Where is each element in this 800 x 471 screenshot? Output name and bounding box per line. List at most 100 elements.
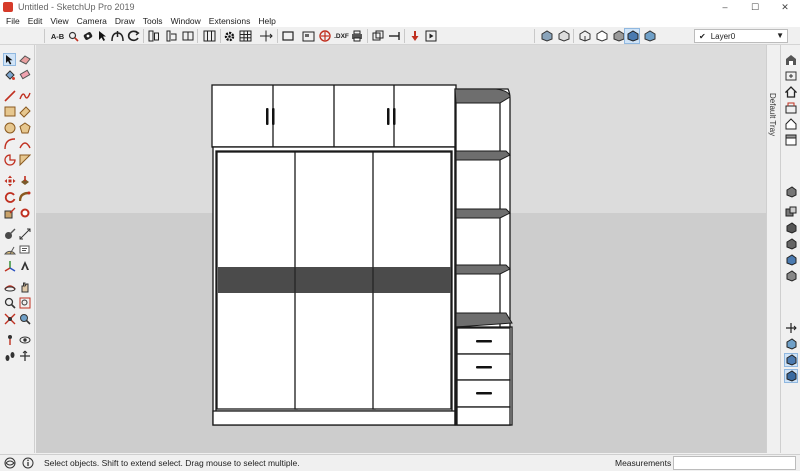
push-pull-icon[interactable]: [18, 174, 31, 187]
info-icon[interactable]: [22, 457, 34, 469]
previous-view-icon[interactable]: [18, 312, 31, 325]
menu-file[interactable]: File: [2, 16, 24, 26]
tape-measure-tool-icon[interactable]: [3, 227, 16, 240]
orbit-tool-icon[interactable]: [3, 280, 16, 293]
style-textured-active-icon[interactable]: [784, 369, 798, 383]
rotate-tool-icon[interactable]: [3, 190, 16, 203]
dxf-export-button[interactable]: .DXF: [333, 28, 350, 44]
wireframe-style-icon[interactable]: [576, 28, 592, 44]
menu-window[interactable]: Window: [167, 16, 205, 26]
share-model-icon[interactable]: [784, 69, 798, 83]
download-arrow-icon[interactable]: [408, 28, 422, 44]
maximize-button[interactable]: ☐: [740, 0, 770, 14]
back-view-icon[interactable]: [784, 221, 798, 235]
scale-tool-icon[interactable]: [3, 206, 16, 219]
menu-tools[interactable]: Tools: [139, 16, 167, 26]
select-arrow-icon[interactable]: [96, 28, 108, 44]
polygon-tool-icon[interactable]: [18, 121, 31, 134]
section-plane-tool-icon[interactable]: [18, 349, 31, 362]
eraser-icon[interactable]: [18, 53, 31, 66]
perspective-icon[interactable]: [784, 269, 798, 283]
shaded-textures-style-icon[interactable]: [624, 28, 640, 44]
freehand-icon[interactable]: [18, 89, 31, 102]
push-arrow-icon[interactable]: [387, 28, 401, 44]
home-icon[interactable]: [784, 85, 798, 99]
dimension-tool-icon[interactable]: [18, 227, 31, 240]
line-pencil-icon[interactable]: [3, 89, 16, 102]
sandbox-icon[interactable]: [784, 337, 798, 351]
xray-style-icon[interactable]: [538, 28, 554, 44]
warehouse-icon[interactable]: [784, 53, 798, 67]
upper-cabinet[interactable]: [211, 84, 457, 148]
protractor-icon[interactable]: [3, 243, 16, 256]
eraser-pink-icon[interactable]: [18, 68, 31, 81]
right-view-icon[interactable]: [784, 205, 798, 219]
walk-tool-icon[interactable]: [3, 349, 16, 362]
three-point-arc-icon[interactable]: [18, 153, 31, 166]
pie-tool-icon[interactable]: [3, 153, 16, 166]
wardrobe-model-canvas[interactable]: [36, 45, 766, 453]
export-image-icon[interactable]: [301, 28, 315, 44]
orbit-icon[interactable]: [126, 28, 141, 44]
settings-gear-icon[interactable]: [222, 28, 237, 44]
menu-camera[interactable]: Camera: [73, 16, 111, 26]
top-view-icon[interactable]: [784, 133, 798, 147]
close-button[interactable]: ✕: [770, 0, 800, 14]
3d-text-icon[interactable]: [18, 259, 31, 272]
position-camera-icon[interactable]: [3, 333, 16, 346]
monochrome-style-icon[interactable]: [641, 28, 657, 44]
front-view-icon[interactable]: [784, 185, 798, 199]
bottom-view-icon[interactable]: [784, 253, 798, 267]
zoom-icon[interactable]: [67, 28, 79, 44]
move-arrows-icon[interactable]: [784, 321, 798, 335]
play-animation-icon[interactable]: [424, 28, 438, 44]
select-tool-icon[interactable]: [3, 53, 16, 66]
zoom-extents-icon[interactable]: [3, 312, 16, 325]
print-icon[interactable]: [350, 28, 364, 44]
back-edges-style-icon[interactable]: [555, 28, 571, 44]
move-tool-icon[interactable]: [3, 174, 16, 187]
axes-tool-icon[interactable]: [3, 259, 16, 272]
text-tool-icon[interactable]: [18, 243, 31, 256]
walk-icon[interactable]: [110, 28, 124, 44]
components-icon[interactable]: [201, 28, 217, 44]
rectangle-icon[interactable]: [281, 28, 295, 44]
iso-view-icon[interactable]: [784, 117, 798, 131]
dimension-button[interactable]: A-B: [49, 28, 66, 44]
pan-hand-icon[interactable]: [18, 280, 31, 293]
menu-edit[interactable]: Edit: [24, 16, 47, 26]
look-around-icon[interactable]: [18, 333, 31, 346]
section-fill-icon[interactable]: [181, 28, 195, 44]
extension-warehouse-icon[interactable]: [784, 101, 798, 115]
axes-icon[interactable]: [258, 28, 274, 44]
section-cut-icon[interactable]: [164, 28, 178, 44]
circle-tool-icon[interactable]: [3, 121, 16, 134]
menu-view[interactable]: View: [46, 16, 72, 26]
section-plane-icon[interactable]: [147, 28, 161, 44]
two-point-arc-icon[interactable]: [18, 137, 31, 150]
default-tray-tab[interactable]: Default Tray: [766, 45, 780, 453]
minimize-button[interactable]: –: [710, 0, 740, 14]
paint-bucket-icon[interactable]: [3, 68, 16, 81]
add-location-icon[interactable]: [317, 28, 332, 44]
left-view-icon[interactable]: [784, 237, 798, 251]
menu-draw[interactable]: Draw: [111, 16, 139, 26]
menu-help[interactable]: Help: [254, 16, 279, 26]
geolocation-icon[interactable]: [4, 457, 16, 469]
style-shaded-active-icon[interactable]: [784, 353, 798, 367]
rotated-rectangle-icon[interactable]: [18, 105, 31, 118]
layer-dropdown[interactable]: ✔ Layer0 ▼: [694, 29, 788, 43]
measurements-input[interactable]: [673, 456, 796, 470]
model-viewport[interactable]: [36, 45, 766, 453]
zoom-tool-icon[interactable]: [3, 296, 16, 309]
follow-me-icon[interactable]: [18, 190, 31, 203]
table-grid-icon[interactable]: [238, 28, 253, 44]
solid-tools-icon[interactable]: [371, 28, 385, 44]
hidden-line-style-icon[interactable]: [593, 28, 609, 44]
zoom-window-icon[interactable]: [18, 296, 31, 309]
offset-tool-icon[interactable]: [18, 206, 31, 219]
arc-tool-icon[interactable]: [3, 137, 16, 150]
menu-extensions[interactable]: Extensions: [205, 16, 255, 26]
rectangle-tool-icon[interactable]: [3, 105, 16, 118]
tape-measure-icon[interactable]: [81, 28, 95, 44]
